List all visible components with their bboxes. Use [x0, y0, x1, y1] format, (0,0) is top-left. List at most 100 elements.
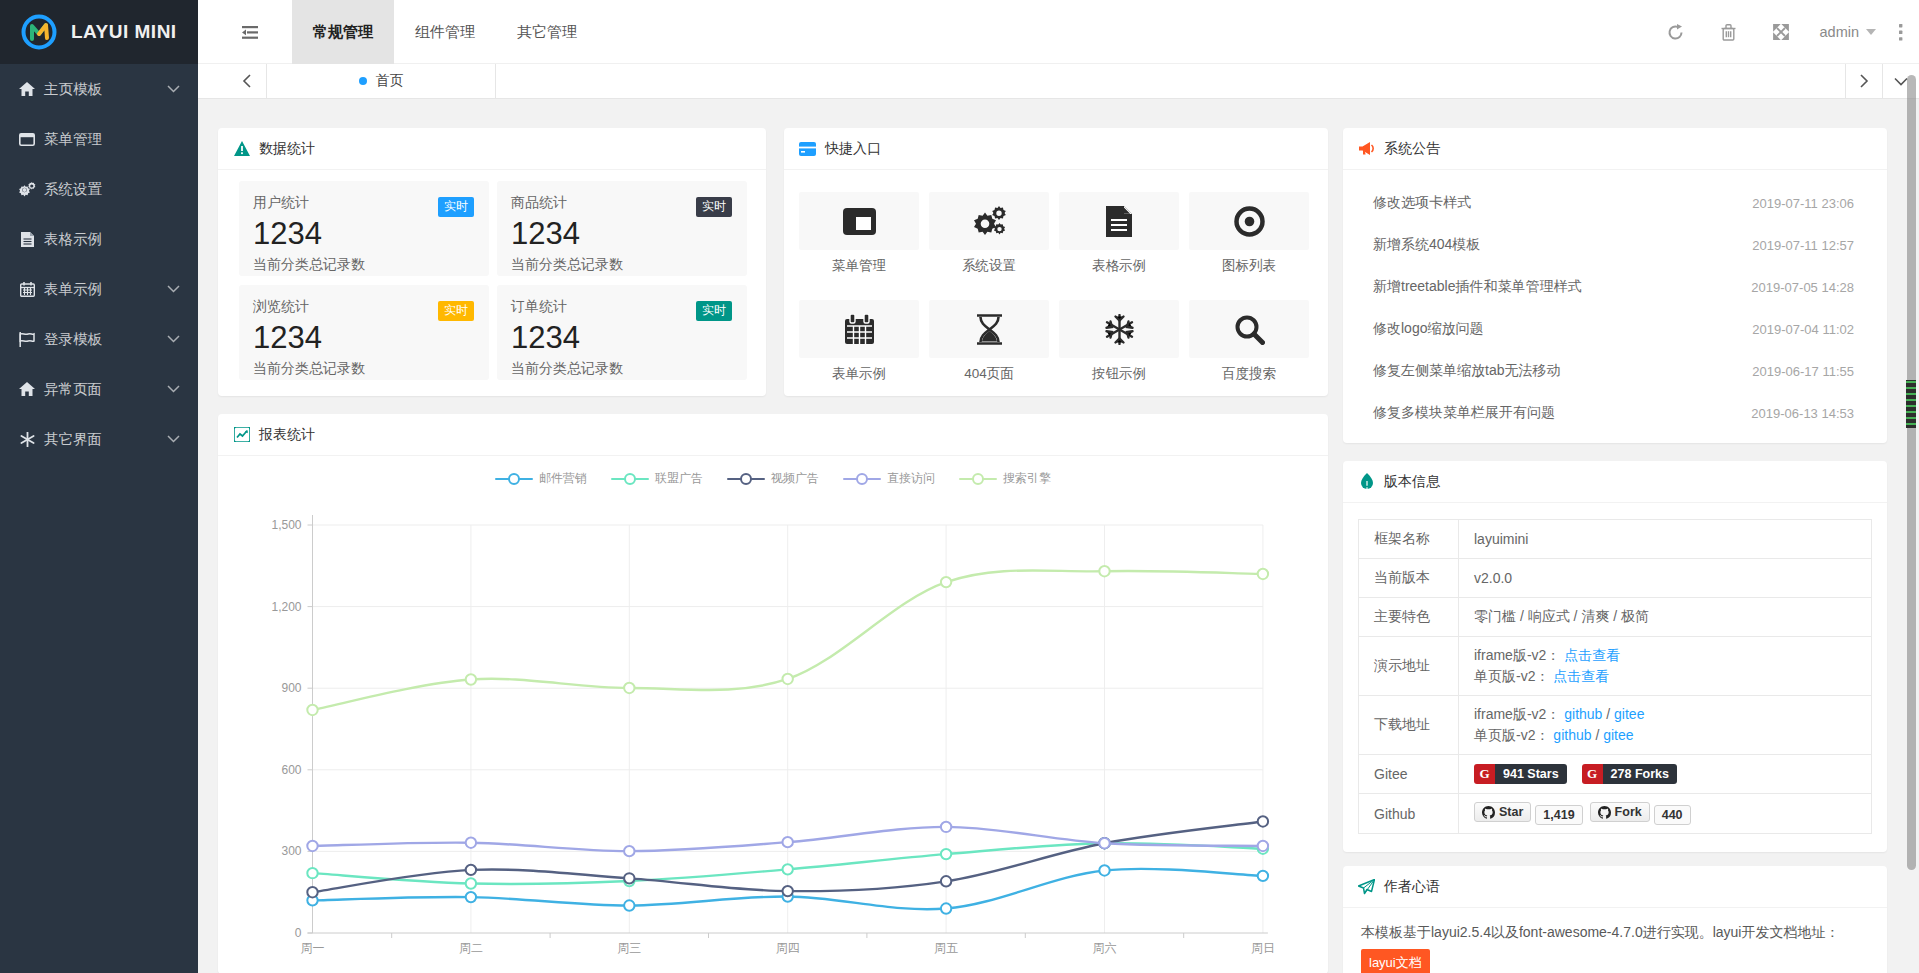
- quick-entry-label: 按钮示例: [1059, 365, 1179, 383]
- user-menu[interactable]: admin: [1820, 24, 1877, 40]
- table-row: 下载地址 iframe版-v2： github / gitee 单页版-v2： …: [1359, 696, 1872, 755]
- github-fork-count[interactable]: 440: [1654, 805, 1691, 825]
- quick-entry-1[interactable]: 菜单管理: [799, 192, 919, 275]
- user-name[interactable]: admin: [1820, 24, 1860, 40]
- header-tab-1[interactable]: 常规管理: [292, 0, 394, 64]
- bullhorn-icon: [1358, 140, 1375, 157]
- home-icon: [18, 381, 36, 397]
- card-author-words-header: 作者心语: [1343, 866, 1887, 908]
- announcement-row-2: 新增系统404模板2019-07-11 12:57: [1343, 224, 1887, 266]
- sidebar-item-3[interactable]: 系统设置: [0, 164, 198, 214]
- table-row: 当前版本 v2.0.0: [1359, 559, 1872, 598]
- gitee-stars-badge[interactable]: G941 Stars: [1474, 764, 1567, 784]
- sidebar-item-label: 系统设置: [44, 180, 180, 199]
- sidebar-item-label: 异常页面: [44, 380, 167, 399]
- legend-item-1[interactable]: 邮件营销: [495, 470, 587, 487]
- more-menu-icon[interactable]: [1899, 24, 1903, 41]
- quick-entry-5[interactable]: 表单示例: [799, 300, 919, 383]
- legend-item-5[interactable]: 搜索引擎: [959, 470, 1051, 487]
- table-row: Github Star1,419 Fork 440: [1359, 794, 1872, 834]
- window-big-icon: [843, 208, 876, 235]
- quick-entry-7[interactable]: 按钮示例: [1059, 300, 1179, 383]
- layui-doc-badge[interactable]: layui文档: [1361, 949, 1430, 973]
- card-data-stats-header: 数据统计: [218, 128, 766, 170]
- svg-text:周三: 周三: [617, 941, 641, 955]
- tab-home[interactable]: 首页: [267, 64, 496, 98]
- header-tab-2[interactable]: 组件管理: [394, 0, 496, 64]
- github-fork-button[interactable]: Fork: [1590, 802, 1650, 822]
- calendar-big-icon: [845, 314, 874, 344]
- version-table: 框架名称 layuimini 当前版本 v2.0.0 主要特色 零门槛 / 响应…: [1358, 519, 1872, 834]
- announcement-text: 修复左侧菜单缩放tab无法移动: [1373, 362, 1752, 380]
- legend-marker: [727, 473, 765, 485]
- demo-spa-link[interactable]: 点击查看: [1553, 668, 1609, 684]
- separator: /: [1592, 727, 1604, 743]
- gitee-forks-badge[interactable]: G278 Forks: [1582, 764, 1677, 784]
- sidebar-item-6[interactable]: 登录模板: [0, 314, 198, 364]
- sidebar-item-2[interactable]: 菜单管理: [0, 114, 198, 164]
- announcement-text: 修复多模块菜单栏展开有问题: [1373, 404, 1751, 422]
- dl-iframe-gitee-link[interactable]: gitee: [1614, 706, 1644, 722]
- sidebar-item-5[interactable]: 表单示例: [0, 264, 198, 314]
- quick-entry-label: 百度搜索: [1189, 365, 1309, 383]
- version-framework-value: layuimini: [1459, 520, 1872, 559]
- chevron-down-icon: [167, 335, 180, 343]
- refresh-icon[interactable]: [1667, 24, 1684, 41]
- tab-scroll-right[interactable]: [1845, 64, 1882, 98]
- realtime-badge: 实时: [438, 197, 474, 217]
- github-star-button[interactable]: Star: [1474, 802, 1531, 822]
- app-title: LAYUI MINI: [71, 21, 177, 43]
- sidebar-item-4[interactable]: 表格示例: [0, 214, 198, 264]
- dl-iframe-github-link[interactable]: github: [1564, 706, 1602, 722]
- header-tab-3[interactable]: 其它管理: [496, 0, 598, 64]
- gitee-forks-count: 278 Forks: [1603, 764, 1677, 784]
- card-report-stats: 报表统计 邮件营销联盟广告视频广告直接访问搜索引擎 03006009001,20…: [218, 414, 1328, 973]
- line-chart: 03006009001,2001,500周一周二周三周四周五周六周日: [218, 498, 1328, 973]
- svg-text:周一: 周一: [301, 941, 325, 955]
- quick-entry-4[interactable]: 图标列表: [1189, 192, 1309, 275]
- chevron-down-icon: [167, 435, 180, 443]
- sidebar-item-label: 表单示例: [44, 280, 167, 299]
- svg-text:周二: 周二: [459, 941, 483, 955]
- dl-line1-prefix: iframe版-v2：: [1474, 706, 1560, 722]
- gears-icon: [18, 181, 36, 197]
- card-title: 系统公告: [1384, 140, 1440, 158]
- legend-label: 联盟广告: [655, 470, 703, 487]
- quick-entry-2[interactable]: 系统设置: [929, 192, 1049, 275]
- github-fork-label: Fork: [1615, 805, 1642, 819]
- menu-toggle-icon[interactable]: [232, 0, 268, 64]
- sidebar-item-1[interactable]: 主页模板: [0, 64, 198, 114]
- scrollbar-track[interactable]: [1907, 75, 1916, 870]
- file-big-icon: [1106, 206, 1132, 237]
- quick-entry-8[interactable]: 百度搜索: [1189, 300, 1309, 383]
- sidebar-item-label: 主页模板: [44, 80, 167, 99]
- leaf-icon: [1358, 473, 1375, 490]
- fullscreen-icon[interactable]: [1773, 24, 1789, 40]
- card-version-info: 版本信息 框架名称 layuimini 当前版本 v2.0.0 主要特色 零门槛…: [1343, 461, 1887, 852]
- legend-item-4[interactable]: 直接访问: [843, 470, 935, 487]
- quick-entry-3[interactable]: 表格示例: [1059, 192, 1179, 275]
- chevron-down-icon: [167, 385, 180, 393]
- dl-spa-gitee-link[interactable]: gitee: [1603, 727, 1633, 743]
- svg-text:周四: 周四: [776, 941, 800, 955]
- sidebar-item-label: 菜单管理: [44, 130, 180, 149]
- version-feature-label: 主要特色: [1359, 598, 1459, 637]
- gitee-stars-count: 941 Stars: [1495, 764, 1567, 784]
- quick-entry-6[interactable]: 404页面: [929, 300, 1049, 383]
- scrollbar-thumb[interactable]: [1904, 377, 1918, 431]
- github-star-count[interactable]: 1,419: [1535, 805, 1582, 825]
- legend-item-2[interactable]: 联盟广告: [611, 470, 703, 487]
- version-github-label: Github: [1359, 794, 1459, 834]
- legend-item-3[interactable]: 视频广告: [727, 470, 819, 487]
- sidebar-item-7[interactable]: 异常页面: [0, 364, 198, 414]
- dl-spa-github-link[interactable]: github: [1553, 727, 1591, 743]
- demo-iframe-link[interactable]: 点击查看: [1564, 647, 1620, 663]
- card-announcements-header: 系统公告: [1343, 128, 1887, 170]
- tab-scroll-left[interactable]: [227, 64, 267, 98]
- stat-caption: 当前分类总记录数: [253, 256, 475, 274]
- clear-cache-icon[interactable]: [1721, 24, 1736, 41]
- sidebar-item-8[interactable]: 其它界面: [0, 414, 198, 464]
- separator: /: [1602, 706, 1614, 722]
- realtime-badge: 实时: [696, 197, 732, 217]
- header-tabs: 常规管理组件管理其它管理: [292, 0, 598, 64]
